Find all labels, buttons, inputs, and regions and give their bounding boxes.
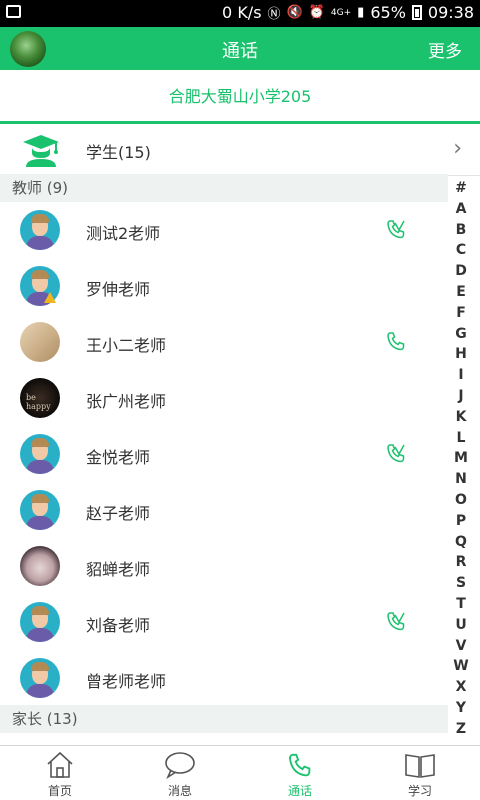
page-title: 通话 (222, 41, 258, 62)
index-letter[interactable]: Q (448, 532, 474, 553)
photo-avatar (20, 322, 60, 362)
alarm-icon: ⏰ (308, 5, 325, 20)
photo-avatar (20, 546, 60, 586)
contact-name: 赵子老师 (86, 504, 151, 523)
graduation-cap-icon (23, 135, 59, 167)
app-bar: 通话 更多 (0, 27, 480, 70)
contact-name: 貂蝉老师 (86, 560, 151, 579)
phone-video-icon[interactable] (384, 610, 408, 634)
index-letter[interactable]: H (448, 344, 474, 365)
default-avatar (20, 210, 60, 250)
network-type: 4G+ (330, 7, 352, 18)
index-letter[interactable]: I (448, 365, 474, 386)
index-letter[interactable]: W (448, 656, 474, 677)
contact-name: 王小二老师 (86, 336, 167, 355)
students-label: 学生(15) (86, 143, 151, 162)
more-button[interactable]: 更多 (428, 37, 462, 62)
warning-icon (44, 292, 56, 303)
list-item[interactable]: 金悦老师 (0, 426, 448, 482)
list-item[interactable]: 赵子老师 (0, 482, 448, 538)
chat-icon (165, 752, 195, 779)
list-item[interactable]: 刘备老师 (0, 594, 448, 650)
index-letter[interactable]: X (448, 677, 474, 698)
chevron-right-icon: › (453, 136, 462, 161)
photo-avatar: be happy (20, 378, 60, 418)
index-letter[interactable]: U (448, 615, 474, 636)
index-letter[interactable]: V (448, 636, 474, 657)
school-name[interactable]: 合肥大蜀山小学205 (0, 70, 480, 124)
default-avatar (20, 658, 60, 698)
list-item[interactable]: 测试2老师 (0, 202, 448, 258)
list-item[interactable]: 曾老师老师 (0, 650, 448, 706)
teacher-list: 测试2老师 罗伸老师 王小二老师 be happy 张广州老师 金悦老师 赵子老… (0, 202, 448, 706)
contact-name: 张广州老师 (86, 392, 167, 411)
home-icon (47, 751, 73, 778)
index-letter[interactable]: J (448, 386, 474, 407)
index-letter[interactable]: # (448, 178, 474, 199)
tab-messages[interactable]: 消息 (120, 746, 240, 800)
list-item[interactable]: be happy 张广州老师 (0, 370, 448, 426)
contact-name: 金悦老师 (86, 448, 151, 467)
tab-label: 首页 (47, 784, 72, 798)
index-letter[interactable]: K (448, 407, 474, 428)
tab-calls[interactable]: 通话 (240, 746, 360, 800)
index-letter[interactable]: R (448, 552, 474, 573)
battery-icon (411, 5, 422, 20)
index-letter[interactable]: S (448, 573, 474, 594)
book-icon (405, 754, 435, 778)
contact-name: 罗伸老师 (86, 280, 151, 299)
students-row[interactable]: 学生(15) › (0, 124, 480, 176)
alphabet-index[interactable]: # A B C D E F G H I J K L M N O P Q R S T U V W X Y Z (448, 178, 474, 740)
default-avatar (20, 490, 60, 530)
tab-label: 通话 (287, 784, 312, 798)
nfc-icon: Ⓝ (267, 7, 281, 22)
network-speed: 0 K/s (222, 3, 262, 22)
index-letter[interactable]: M (448, 448, 474, 469)
index-letter[interactable]: Y (448, 698, 474, 719)
section-header-parents: 家长 (13) (0, 705, 448, 733)
tab-home[interactable]: 首页 (0, 746, 120, 800)
gallery-notification-icon (6, 5, 21, 18)
contact-name: 测试2老师 (86, 224, 161, 243)
index-letter[interactable]: G (448, 324, 474, 345)
clock: 09:38 (427, 3, 474, 22)
section-header-teachers: 教师 (9) (0, 174, 448, 202)
index-letter[interactable]: F (448, 303, 474, 324)
index-letter[interactable]: D (448, 261, 474, 282)
bottom-tab-bar: 首页 消息 通话 学习 (0, 745, 480, 800)
phone-video-icon[interactable] (384, 442, 408, 466)
signal-icon: ▮ (357, 5, 365, 20)
status-bar: 0 K/s Ⓝ 🔇 ⏰ 4G+ ▮ 65% 09:38 (0, 0, 480, 27)
contact-name: 曾老师老师 (86, 672, 167, 691)
list-item[interactable]: 罗伸老师 (0, 258, 448, 314)
default-avatar (20, 434, 60, 474)
index-letter[interactable]: B (448, 220, 474, 241)
index-letter[interactable]: O (448, 490, 474, 511)
mute-icon: 🔇 (286, 5, 303, 20)
list-item[interactable]: 王小二老师 (0, 314, 448, 370)
index-letter[interactable]: L (448, 428, 474, 449)
index-letter[interactable]: C (448, 240, 474, 261)
phone-video-icon[interactable] (384, 218, 408, 242)
tab-label: 消息 (167, 784, 192, 798)
default-avatar (20, 602, 60, 642)
index-letter[interactable]: A (448, 199, 474, 220)
contact-name: 刘备老师 (86, 616, 151, 635)
tab-label: 学习 (407, 784, 432, 798)
phone-icon (289, 753, 311, 777)
index-letter[interactable]: E (448, 282, 474, 303)
index-letter[interactable]: P (448, 511, 474, 532)
index-letter[interactable]: Z (448, 719, 474, 740)
tab-study[interactable]: 学习 (360, 746, 480, 800)
battery-percent: 65% (370, 3, 406, 22)
list-item[interactable]: 貂蝉老师 (0, 538, 448, 594)
index-letter[interactable]: T (448, 594, 474, 615)
phone-icon[interactable] (384, 330, 408, 354)
index-letter[interactable]: N (448, 469, 474, 490)
